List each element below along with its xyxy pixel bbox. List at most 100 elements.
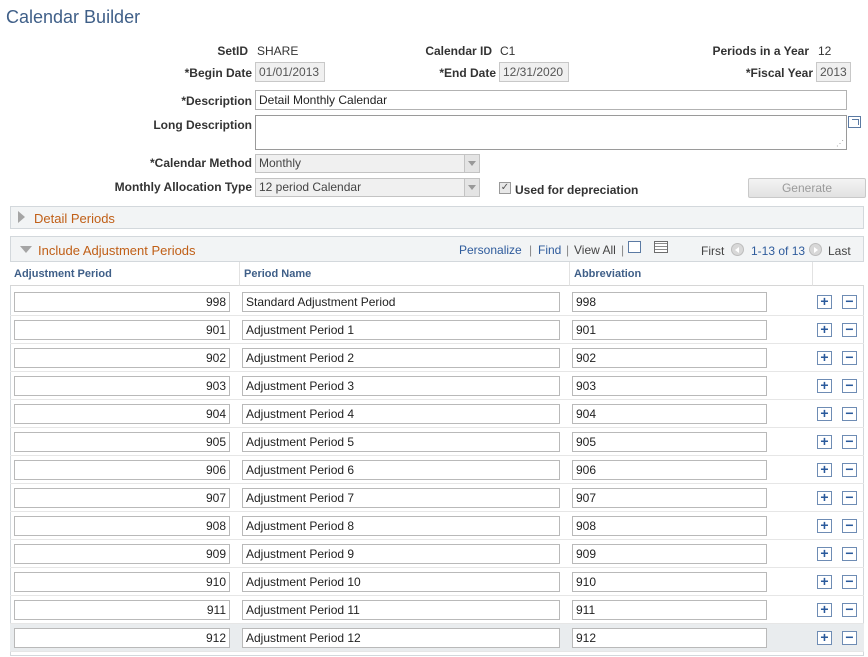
first-label[interactable]: First [701,244,724,258]
delete-row-icon[interactable]: − [842,546,857,561]
period-name-input[interactable]: Adjustment Period 5 [242,432,560,452]
period-name-input[interactable]: Adjustment Period 3 [242,376,560,396]
delete-row-icon[interactable]: − [842,490,857,505]
col-header-period-name[interactable]: Period Name [240,262,570,286]
adjustment-period-input[interactable]: 911 [14,600,230,620]
end-date-field[interactable]: 12/31/2020 [499,62,569,82]
add-row-icon[interactable]: + [817,406,832,421]
download-grid-icon[interactable] [654,241,668,253]
add-row-icon[interactable]: + [817,378,832,393]
find-link[interactable]: Find [538,243,561,257]
add-row-icon[interactable]: + [817,294,832,309]
resize-handle-icon[interactable]: ⋰ [836,139,844,148]
view-all-link[interactable]: View All [574,243,616,257]
delete-row-icon[interactable]: − [842,322,857,337]
adjustment-period-input[interactable]: 901 [14,320,230,340]
abbreviation-input[interactable]: 905 [572,432,767,452]
add-row-icon[interactable]: + [817,350,832,365]
abbreviation-input[interactable]: 902 [572,348,767,368]
adjustment-period-input[interactable]: 908 [14,516,230,536]
adjustment-period-input[interactable]: 998 [14,292,230,312]
delete-row-icon[interactable]: − [842,434,857,449]
period-name-input[interactable]: Adjustment Period 9 [242,544,560,564]
delete-row-icon[interactable]: − [842,378,857,393]
generate-button[interactable]: Generate [748,178,866,198]
add-row-icon[interactable]: + [817,630,832,645]
adjustment-period-input[interactable]: 905 [14,432,230,452]
add-row-icon[interactable]: + [817,574,832,589]
add-row-icon[interactable]: + [817,490,832,505]
detail-periods-title[interactable]: Detail Periods [34,211,115,226]
adjustment-period-input[interactable]: 909 [14,544,230,564]
adjustment-periods-title[interactable]: Include Adjustment Periods [38,243,196,258]
next-icon[interactable] [809,243,822,256]
detail-periods-section[interactable]: Detail Periods [10,206,864,229]
delete-row-icon[interactable]: − [842,630,857,645]
table-row: 905 Adjustment Period 5 905 + − [10,428,864,456]
period-name-input[interactable]: Adjustment Period 2 [242,348,560,368]
adjustment-period-input[interactable]: 910 [14,572,230,592]
adjustment-period-input[interactable]: 903 [14,376,230,396]
delete-row-icon[interactable]: − [842,574,857,589]
table-row: 901 Adjustment Period 1 901 + − [10,316,864,344]
delete-row-icon[interactable]: − [842,462,857,477]
period-name-input[interactable]: Adjustment Period 6 [242,460,560,480]
delete-row-icon[interactable]: − [842,602,857,617]
period-name-input[interactable]: Adjustment Period 4 [242,404,560,424]
personalize-link[interactable]: Personalize [459,243,522,257]
long-description-textarea[interactable]: ⋰ [255,115,847,150]
calendar-method-select[interactable]: Monthly [255,154,480,173]
adjustment-period-input[interactable]: 907 [14,488,230,508]
chevron-down-icon [464,155,479,172]
adjustment-period-input[interactable]: 904 [14,404,230,424]
abbreviation-input[interactable]: 908 [572,516,767,536]
period-name-input[interactable]: Adjustment Period 8 [242,516,560,536]
abbreviation-input[interactable]: 907 [572,488,767,508]
add-row-icon[interactable]: + [817,518,832,533]
add-row-icon[interactable]: + [817,602,832,617]
abbreviation-input[interactable]: 903 [572,376,767,396]
adjustment-period-input[interactable]: 906 [14,460,230,480]
abbreviation-input[interactable]: 911 [572,600,767,620]
period-name-input[interactable]: Standard Adjustment Period [242,292,560,312]
period-name-input[interactable]: Adjustment Period 11 [242,600,560,620]
period-name-input[interactable]: Adjustment Period 12 [242,628,560,648]
delete-row-icon[interactable]: − [842,406,857,421]
begin-date-field[interactable]: 01/01/2013 [255,62,325,82]
adjustment-period-input[interactable]: 912 [14,628,230,648]
abbreviation-input[interactable]: 998 [572,292,767,312]
abbreviation-input[interactable]: 909 [572,544,767,564]
depreciation-checkbox[interactable]: ✓ [499,182,511,194]
prev-icon[interactable] [731,243,744,256]
zoom-icon[interactable] [628,241,641,253]
expand-icon[interactable] [848,116,861,128]
delete-row-icon[interactable]: − [842,518,857,533]
expand-arrow-icon[interactable] [18,211,25,223]
delete-row-icon[interactable]: − [842,294,857,309]
description-input[interactable]: Detail Monthly Calendar [255,90,847,110]
last-label[interactable]: Last [828,244,851,258]
period-name-input[interactable]: Adjustment Period 1 [242,320,560,340]
abbreviation-input[interactable]: 904 [572,404,767,424]
table-row: 902 Adjustment Period 2 902 + − [10,344,864,372]
adjustment-period-input[interactable]: 902 [14,348,230,368]
add-row-icon[interactable]: + [817,546,832,561]
col-header-abbreviation[interactable]: Abbreviation [570,262,813,286]
chevron-down-icon [464,179,479,196]
abbreviation-input[interactable]: 906 [572,460,767,480]
add-row-icon[interactable]: + [817,462,832,477]
toolbar-separator: | [621,243,625,257]
abbreviation-input[interactable]: 901 [572,320,767,340]
add-row-icon[interactable]: + [817,322,832,337]
col-header-adjustment-period[interactable]: Adjustment Period [10,262,240,286]
toolbar-separator: | [566,243,570,257]
collapse-arrow-icon[interactable] [20,246,32,253]
fiscal-year-field[interactable]: 2013 [816,62,851,82]
add-row-icon[interactable]: + [817,434,832,449]
period-name-input[interactable]: Adjustment Period 7 [242,488,560,508]
abbreviation-input[interactable]: 912 [572,628,767,648]
allocation-type-select[interactable]: 12 period Calendar [255,178,480,197]
delete-row-icon[interactable]: − [842,350,857,365]
period-name-input[interactable]: Adjustment Period 10 [242,572,560,592]
abbreviation-input[interactable]: 910 [572,572,767,592]
